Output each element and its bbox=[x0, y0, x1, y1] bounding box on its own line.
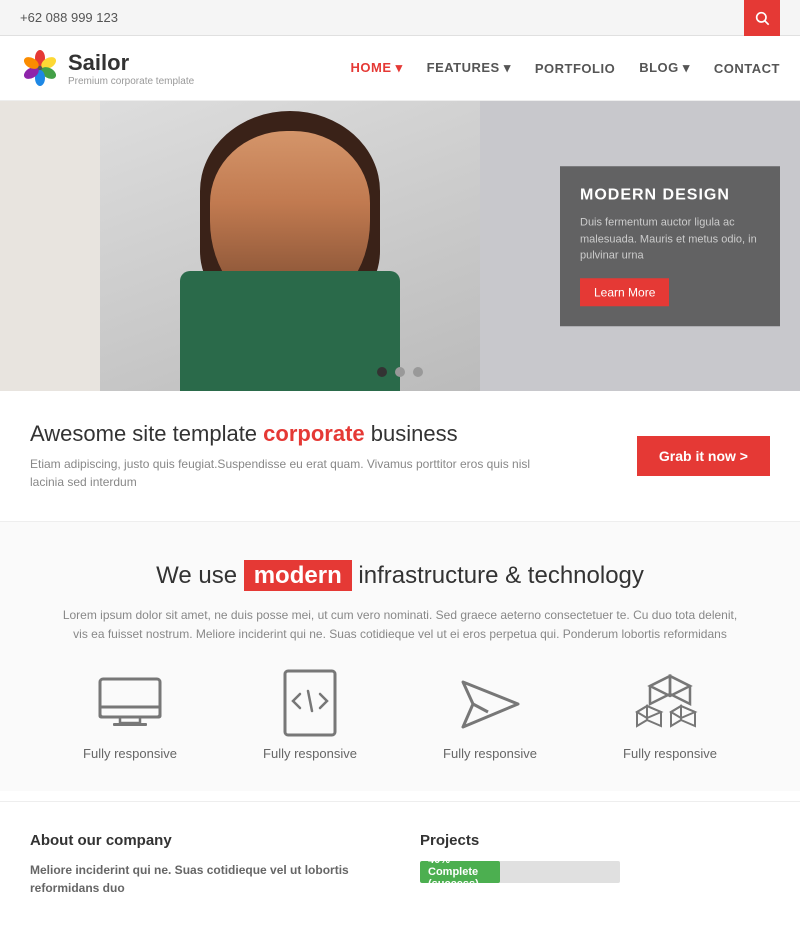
send-icon-wrap bbox=[455, 674, 525, 734]
topbar: +62 088 999 123 bbox=[0, 0, 800, 36]
nav-contact[interactable]: CONTACT bbox=[714, 61, 780, 76]
logo-subtitle: Premium corporate template bbox=[68, 76, 194, 87]
phone-number: +62 088 999 123 bbox=[20, 10, 118, 25]
infra-description: Lorem ipsum dolor sit amet, ne duis poss… bbox=[60, 606, 740, 644]
about-title: About our company bbox=[30, 832, 380, 849]
progress-label: 40% Complete (success) bbox=[428, 861, 500, 883]
feature-responsive-2: Fully responsive bbox=[250, 674, 370, 761]
dot-1[interactable] bbox=[377, 367, 387, 377]
nav-blog[interactable]: BLOG ▾ bbox=[639, 60, 690, 76]
hero-slider: MODERN DESIGN Duis fermentum auctor ligu… bbox=[0, 101, 800, 391]
dot-3[interactable] bbox=[413, 367, 423, 377]
feature-responsive-3: Fully responsive bbox=[430, 674, 550, 761]
feature-responsive-1: Fully responsive bbox=[70, 674, 190, 761]
infra-title: We use modern infrastructure & technolog… bbox=[30, 562, 770, 590]
code-icon-wrap bbox=[275, 674, 345, 734]
promo-headline-highlight: corporate bbox=[263, 421, 364, 446]
learn-more-button[interactable]: Learn More bbox=[580, 278, 669, 306]
progress-bar-fill: 40% Complete (success) bbox=[420, 861, 500, 883]
blocks-icon-wrap bbox=[635, 674, 705, 734]
projects-title: Projects bbox=[420, 832, 770, 849]
hero-card-title: MODERN DESIGN bbox=[580, 186, 760, 204]
about-col: About our company Meliore inciderint qui… bbox=[30, 832, 380, 909]
logo-area[interactable]: Sailor Premium corporate template bbox=[20, 48, 194, 88]
nav-features[interactable]: FEATURES ▾ bbox=[427, 60, 511, 76]
header: Sailor Premium corporate template HOME ▾… bbox=[0, 36, 800, 101]
hero-card: MODERN DESIGN Duis fermentum auctor ligu… bbox=[560, 166, 780, 326]
infra-section: We use modern infrastructure & technolog… bbox=[0, 522, 800, 791]
feature-label-3: Fully responsive bbox=[443, 746, 537, 761]
code-icon bbox=[280, 669, 340, 739]
infra-title-start: We use bbox=[156, 562, 244, 589]
infra-title-highlight: modern bbox=[244, 560, 352, 591]
monitor-icon-wrap bbox=[95, 674, 165, 734]
search-icon bbox=[754, 10, 770, 26]
feature-responsive-4: Fully responsive bbox=[610, 674, 730, 761]
nav-home[interactable]: HOME ▾ bbox=[350, 60, 402, 76]
promo-strip: Awesome site template corporate business… bbox=[0, 391, 800, 522]
feature-label-4: Fully responsive bbox=[623, 746, 717, 761]
logo-title: Sailor bbox=[68, 50, 194, 76]
slider-dots bbox=[377, 367, 423, 377]
blocks-icon bbox=[635, 674, 705, 734]
infra-title-end: infrastructure & technology bbox=[352, 562, 644, 589]
send-icon bbox=[458, 677, 523, 732]
monitor-icon bbox=[95, 677, 165, 732]
promo-description: Etiam adipiscing, justo quis feugiat.Sus… bbox=[30, 455, 550, 491]
bottom-section: About our company Meliore inciderint qui… bbox=[0, 801, 800, 939]
progress-bar-wrap: 40% Complete (success) bbox=[420, 861, 620, 883]
promo-headline-start: Awesome site template bbox=[30, 421, 263, 446]
projects-col: Projects 40% Complete (success) bbox=[420, 832, 770, 909]
grab-button[interactable]: Grab it now > bbox=[637, 436, 770, 476]
nav-portfolio[interactable]: PORTFOLIO bbox=[535, 61, 615, 76]
hero-portrait bbox=[100, 101, 480, 391]
features-grid: Fully responsive Fully responsive bbox=[30, 674, 770, 761]
portrait-body bbox=[180, 271, 400, 391]
promo-headline-end: business bbox=[365, 421, 458, 446]
hero-card-text: Duis fermentum auctor ligula ac malesuad… bbox=[580, 214, 760, 264]
promo-headline: Awesome site template corporate business bbox=[30, 421, 550, 447]
search-button[interactable] bbox=[744, 0, 780, 36]
feature-label-1: Fully responsive bbox=[83, 746, 177, 761]
logo-text: Sailor Premium corporate template bbox=[68, 50, 194, 87]
main-nav: HOME ▾ FEATURES ▾ PORTFOLIO BLOG ▾ CONTA… bbox=[350, 60, 780, 76]
feature-label-2: Fully responsive bbox=[263, 746, 357, 761]
dot-2[interactable] bbox=[395, 367, 405, 377]
promo-text: Awesome site template corporate business… bbox=[30, 421, 550, 491]
logo-icon bbox=[20, 48, 60, 88]
about-text: Meliore inciderint qui ne. Suas cotidieq… bbox=[30, 861, 380, 897]
